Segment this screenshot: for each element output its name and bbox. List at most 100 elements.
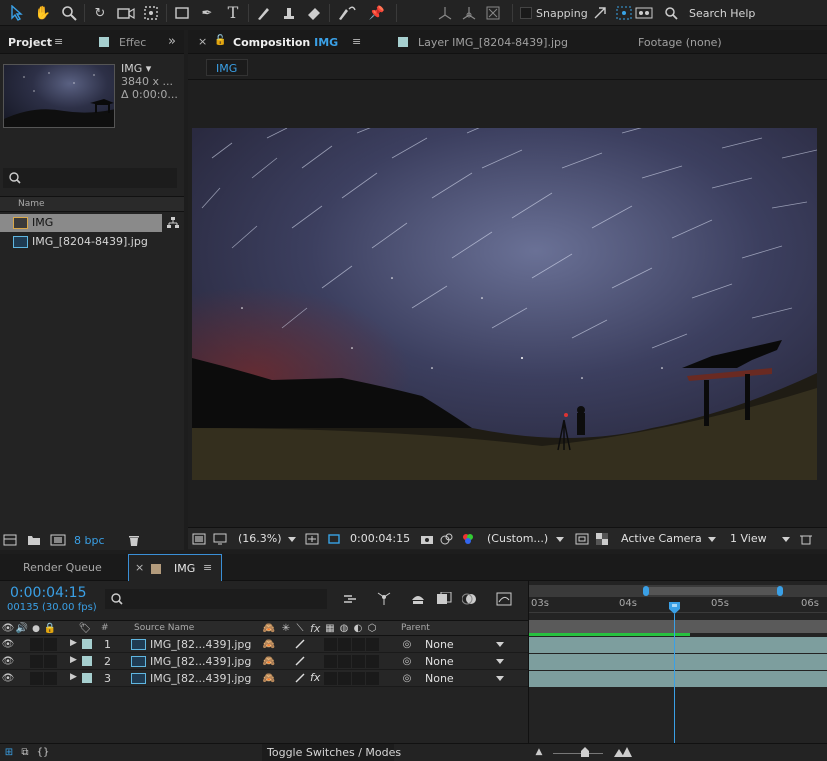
type-tool-icon[interactable]: T	[224, 3, 242, 22]
eraser-tool-icon[interactable]	[305, 4, 323, 22]
viewer-options-icon[interactable]	[798, 531, 814, 547]
interpret-footage-icon[interactable]	[2, 532, 18, 548]
view-layout-dropdown[interactable]: 1 View	[730, 532, 767, 545]
zoom-slider-track[interactable]	[553, 753, 603, 754]
switch-box[interactable]	[324, 638, 337, 651]
layer-duration-bar[interactable]	[529, 671, 827, 687]
always-preview-icon[interactable]	[191, 531, 207, 547]
chevron-down-icon[interactable]	[496, 676, 504, 681]
timeline-tab-menu-icon[interactable]: ≡	[203, 561, 212, 574]
safe-zones-icon[interactable]	[304, 531, 320, 547]
composition-mini-flowchart-icon[interactable]	[342, 591, 360, 607]
resolution-dropdown[interactable]: (Custom...)	[487, 532, 548, 545]
region-of-interest-icon[interactable]	[574, 531, 590, 547]
label-tag-icon[interactable]: 🏷	[78, 622, 92, 635]
eye-icon[interactable]: 👁	[2, 637, 15, 651]
motion-blur-switch-icon[interactable]: ◍	[338, 622, 350, 635]
quality-switch-icon[interactable]: ⟍	[294, 622, 306, 635]
layer-duration-bar[interactable]	[529, 637, 827, 653]
composition-viewer[interactable]	[192, 128, 817, 480]
shy-switch-icon[interactable]: 🙈	[262, 622, 276, 635]
lock-toggle[interactable]	[44, 672, 57, 685]
layer-source-name[interactable]: IMG_[82...439].jpg	[150, 655, 251, 668]
zoom-slider-thumb[interactable]	[581, 747, 589, 757]
quality-switch-icon[interactable]	[294, 654, 306, 668]
navigator-end-handle[interactable]	[777, 586, 783, 596]
camera-view-dropdown[interactable]: Active Camera	[621, 532, 702, 545]
snap-options-icon[interactable]	[615, 5, 633, 21]
roto-brush-tool-icon[interactable]	[336, 4, 358, 22]
chevron-down-icon[interactable]	[496, 642, 504, 647]
switch-box[interactable]	[352, 655, 365, 668]
zoom-tool-icon[interactable]	[60, 4, 78, 22]
3d-layer-switch-icon[interactable]: ⬡	[366, 622, 378, 635]
collapse-switch-icon[interactable]: ✳	[280, 622, 292, 635]
puppet-pin-tool-icon[interactable]: 📌	[368, 4, 386, 22]
tab-footage[interactable]: Footage (none)	[638, 36, 722, 49]
hide-shy-layers-icon[interactable]	[408, 590, 428, 608]
snapshot-camera-icon[interactable]	[419, 531, 435, 547]
draft-3d-icon[interactable]	[374, 590, 394, 608]
toggle-switches-modes-button[interactable]: Toggle Switches / Modes	[262, 744, 401, 761]
name-column-header[interactable]: Name	[18, 199, 45, 209]
quality-switch-icon[interactable]	[294, 671, 306, 685]
navigator-start-handle[interactable]	[643, 586, 649, 596]
clone-stamp-tool-icon[interactable]	[280, 4, 298, 22]
tab-composition[interactable]: Composition IMG	[233, 36, 338, 49]
frame-blend-switch-icon[interactable]: ▦	[324, 622, 336, 635]
effects-switch-icon[interactable]: fx	[310, 671, 320, 684]
audio-icon[interactable]: 🔊	[16, 622, 28, 635]
switch-box[interactable]	[338, 638, 351, 651]
frame-blending-icon[interactable]	[434, 590, 454, 608]
layer-label-color[interactable]	[82, 639, 92, 649]
eye-icon[interactable]: 👁	[2, 622, 15, 635]
project-tab-menu-icon[interactable]: ≡	[54, 35, 63, 48]
new-composition-icon[interactable]	[50, 532, 66, 548]
mask-visibility-icon[interactable]	[326, 531, 342, 547]
layer-duration-bar[interactable]	[529, 654, 827, 670]
lock-icon[interactable]: 🔓	[214, 35, 226, 46]
zoom-in-icon[interactable]	[614, 746, 632, 758]
switch-box[interactable]	[324, 672, 337, 685]
parent-dropdown[interactable]: None	[425, 655, 454, 668]
zoom-out-icon[interactable]: ▲	[533, 746, 545, 758]
selection-tool-icon[interactable]	[8, 4, 26, 22]
lock-toggle[interactable]	[44, 638, 57, 651]
switch-box[interactable]	[366, 672, 379, 685]
new-folder-icon[interactable]	[26, 532, 42, 548]
chevron-down-icon[interactable]	[288, 537, 296, 542]
expand-layer-switches-icon[interactable]: ⊞	[2, 745, 16, 759]
layer-label-color[interactable]	[82, 673, 92, 683]
project-item-footage[interactable]: IMG_[8204-8439].jpg	[0, 233, 184, 251]
hand-tool-icon[interactable]: ✋	[34, 4, 52, 22]
lock-toggle[interactable]	[44, 655, 57, 668]
switch-box[interactable]	[338, 655, 351, 668]
rectangle-tool-icon[interactable]	[173, 4, 191, 22]
parent-dropdown[interactable]: None	[425, 672, 454, 685]
solo-icon[interactable]: ●	[30, 622, 42, 635]
source-name-column-header[interactable]: Source Name	[134, 623, 194, 633]
close-tab-icon[interactable]: ×	[198, 35, 207, 48]
time-navigator[interactable]	[529, 585, 827, 597]
parent-pickwhip-icon[interactable]: ◎	[400, 637, 414, 651]
monitor-icon[interactable]	[212, 531, 228, 547]
local-axis-mode-icon[interactable]	[436, 4, 454, 22]
pen-tool-icon[interactable]: ✒	[198, 4, 216, 22]
work-area-bar[interactable]	[529, 620, 827, 633]
eye-icon[interactable]: 👁	[2, 671, 15, 685]
show-snapshot-icon[interactable]	[439, 531, 455, 547]
quality-switch-icon[interactable]	[294, 637, 306, 651]
transparency-grid-icon[interactable]	[594, 531, 610, 547]
solo-toggle[interactable]	[30, 655, 43, 668]
switch-box[interactable]	[338, 672, 351, 685]
comp-breadcrumb[interactable]: IMG	[206, 59, 248, 76]
playhead-handle[interactable]	[669, 602, 680, 614]
chevron-down-icon[interactable]	[496, 659, 504, 664]
expand-transfer-controls-icon[interactable]: ⧉	[18, 745, 32, 759]
shy-switch-icon[interactable]: 🙈	[262, 671, 276, 685]
magnification-dropdown[interactable]: (16.3%)	[238, 532, 282, 545]
pan-behind-tool-icon[interactable]	[142, 4, 160, 22]
tab-layer[interactable]: Layer IMG_[8204-8439].jpg	[418, 36, 568, 49]
layer-row[interactable]: 👁 ▶ 3 IMG_[82...439].jpg 🙈 fx ◎ None	[0, 670, 528, 687]
navigator-range[interactable]	[645, 587, 781, 595]
